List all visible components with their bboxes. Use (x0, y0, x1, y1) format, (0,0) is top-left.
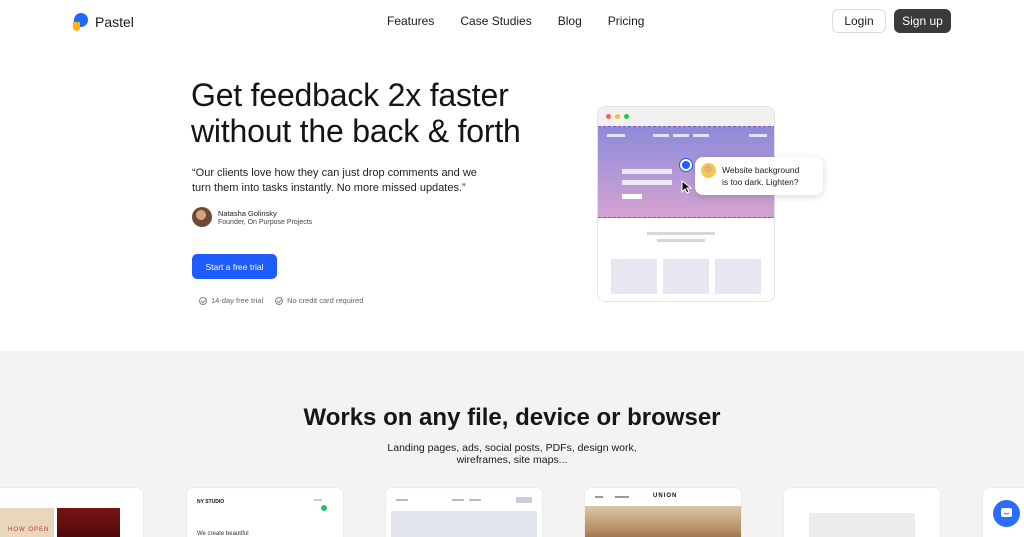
window-maximize-dot (624, 114, 629, 119)
chat-launcher-button[interactable] (993, 500, 1020, 527)
perk-no-card: No credit card required (275, 296, 363, 305)
chat-bubble-icon (1001, 508, 1012, 517)
comment-line-2: is too dark. Lighten? (722, 177, 799, 187)
mockup-content (598, 218, 774, 301)
start-free-trial-button[interactable]: Start a free trial (192, 254, 277, 279)
hero-title: Get feedback 2x faster without the back … (191, 77, 571, 149)
window-minimize-dot (615, 114, 620, 119)
card-label: HOW OPEN (8, 527, 50, 533)
perks-list: 14-day free trial No credit card require… (199, 296, 363, 305)
mockup-nav-line (749, 134, 767, 137)
top-nav: Pastel Features Case Studies Blog Pricin… (0, 0, 1024, 42)
mockup-browser-bar (598, 107, 774, 126)
commenter-avatar (701, 162, 716, 178)
card-image-photo (57, 508, 120, 537)
wire-line (396, 499, 408, 501)
subtitle-line-2: wireframes, site maps... (456, 454, 568, 466)
brand-logo-link[interactable]: Pastel (73, 13, 134, 31)
mockup-text-line (657, 239, 705, 242)
cursor-arrow-icon (681, 180, 693, 194)
mockup-nav-line (607, 134, 625, 137)
works-anywhere-section: Works on any file, device or browser Lan… (0, 351, 1024, 537)
login-button[interactable]: Login (832, 9, 886, 33)
comment-line-1: Website background (722, 165, 800, 175)
mockup-button-line (622, 194, 642, 199)
author-avatar (192, 207, 212, 227)
testimonial-author: Natasha Golinsky Founder, On Purpose Pro… (192, 207, 312, 227)
mockup-card (663, 259, 709, 294)
mockup-text-line (647, 232, 715, 235)
check-circle-icon (199, 296, 207, 305)
mockup-nav-line (673, 134, 689, 137)
comment-bubble[interactable]: Website background is too dark. Lighten? (695, 157, 823, 195)
mockup-heading-line (622, 180, 672, 185)
wire-button (516, 497, 532, 503)
author-role: Founder, On Purpose Projects (218, 218, 313, 226)
wire-line (469, 499, 481, 501)
mockup-card (611, 259, 657, 294)
wire-hero-block (391, 511, 537, 537)
perk-no-card-label: No credit card required (287, 296, 364, 305)
brand-name: Pastel (95, 14, 134, 30)
card-menu-line (595, 496, 603, 498)
doc-block (809, 513, 915, 537)
testimonial-quote: “Our clients love how they can just drop… (192, 166, 512, 196)
mockup-nav-line (653, 134, 669, 137)
nav-link-blog[interactable]: Blog (558, 14, 582, 28)
example-cards: HOW OPEN NY STUDIO We create beautiful U… (0, 488, 1024, 537)
card-menu-line (314, 499, 322, 501)
section-subtitle: Landing pages, ads, social posts, PDFs, … (362, 442, 662, 466)
pastel-logo-icon (73, 13, 89, 31)
example-card-wireframe[interactable] (386, 488, 542, 537)
window-close-dot (606, 114, 611, 119)
check-circle-icon (275, 296, 284, 305)
nav-links: Features Case Studies Blog Pricing (387, 14, 644, 28)
perk-free-trial-label: 14-day free trial (211, 296, 264, 305)
quote-line-2: turn them into tasks instantly. No more … (192, 182, 466, 194)
example-card-restaurant[interactable]: HOW OPEN (0, 488, 143, 537)
quote-line-1: “Our clients love how they can just drop… (192, 167, 477, 179)
hero-title-line-2: without the back & forth (191, 113, 521, 149)
section-title: Works on any file, device or browser (303, 404, 721, 431)
subtitle-line-1: Landing pages, ads, social posts, PDFs, … (387, 442, 637, 454)
mockup-heading-line (622, 169, 672, 174)
comment-pin[interactable] (680, 159, 692, 171)
hero-title-line-1: Get feedback 2x faster (191, 77, 509, 113)
signup-button[interactable]: Sign up (894, 9, 951, 33)
card-label: UNION (653, 493, 678, 499)
perk-free-trial: 14-day free trial (199, 296, 263, 305)
comment-text: Website background is too dark. Lighten? (722, 164, 799, 188)
presence-dot (321, 505, 327, 511)
browser-mockup (597, 106, 775, 302)
card-menu-line (615, 496, 629, 498)
wire-line (452, 499, 464, 501)
nav-link-case-studies[interactable]: Case Studies (460, 14, 531, 28)
nav-link-features[interactable]: Features (387, 14, 434, 28)
example-card-studio[interactable]: NY STUDIO We create beautiful (187, 488, 343, 537)
example-card-union[interactable]: UNION (585, 488, 741, 537)
author-name: Natasha Golinsky (218, 208, 277, 218)
card-label: NY STUDIO (197, 499, 225, 505)
mockup-card (715, 259, 761, 294)
card-desert-photo (585, 506, 741, 537)
card-image-tile: HOW OPEN (0, 508, 54, 537)
example-card-document[interactable] (784, 488, 940, 537)
mockup-nav-line (693, 134, 709, 137)
nav-link-pricing[interactable]: Pricing (608, 14, 645, 28)
card-label: We create beautiful (197, 531, 249, 537)
